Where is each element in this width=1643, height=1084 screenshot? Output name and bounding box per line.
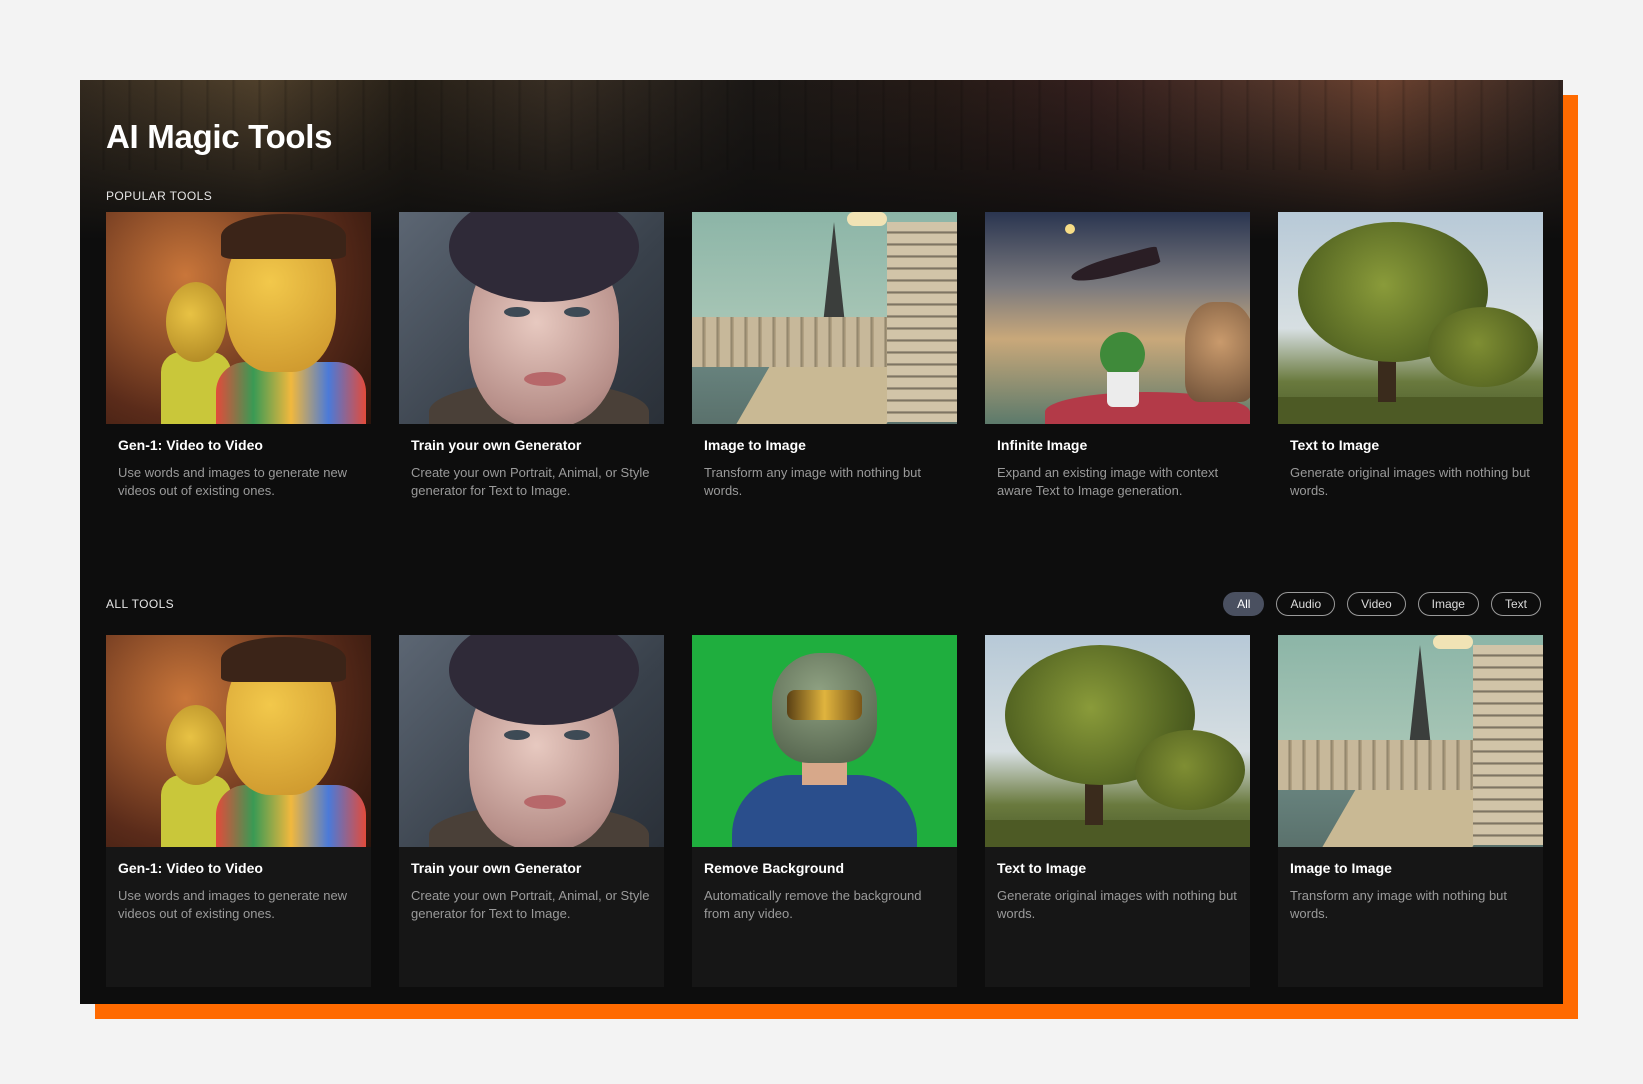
tool-thumbnail: [692, 635, 957, 847]
tool-description: Automatically remove the background from…: [704, 888, 922, 921]
tool-description: Create your own Portrait, Animal, or Sty…: [411, 465, 650, 498]
tool-name: Gen-1: Video to Video: [118, 860, 263, 876]
tool-card-remove-background[interactable]: Remove Background Automatically remove t…: [692, 635, 957, 987]
tool-thumbnail: [399, 635, 664, 847]
tools-panel: AI Magic Tools POPULAR TOOLS Gen-1: Vide…: [80, 80, 1563, 1004]
filter-chips: All Audio Video Image Text: [1223, 592, 1541, 616]
tool-card-image-to-image[interactable]: Image to Image Transform any image with …: [692, 212, 957, 564]
tool-name: Image to Image: [704, 437, 806, 453]
popular-tools-label: POPULAR TOOLS: [106, 189, 213, 203]
tool-card-train-generator[interactable]: Train your own Generator Create your own…: [399, 635, 664, 987]
tool-thumbnail: [1278, 635, 1543, 847]
tool-thumbnail: [106, 635, 371, 847]
tool-name: Text to Image: [1290, 437, 1380, 453]
tool-name: Infinite Image: [997, 437, 1088, 453]
tool-description: Generate original images with nothing bu…: [1290, 465, 1530, 498]
tool-description: Transform any image with nothing but wor…: [1290, 888, 1508, 921]
filter-all[interactable]: All: [1223, 592, 1265, 616]
all-tools-label: ALL TOOLS: [106, 597, 175, 611]
tool-name: Train your own Generator: [411, 437, 582, 453]
tool-thumbnail: [1278, 212, 1543, 424]
filter-text[interactable]: Text: [1490, 592, 1541, 616]
page-title: AI Magic Tools: [106, 118, 333, 155]
popular-tools-grid: Gen-1: Video to Video Use words and imag…: [106, 212, 1543, 564]
all-tools-grid: Gen-1: Video to Video Use words and imag…: [106, 635, 1543, 987]
tool-card-gen1[interactable]: Gen-1: Video to Video Use words and imag…: [106, 212, 371, 564]
tool-description: Use words and images to generate new vid…: [118, 465, 348, 498]
tool-description: Generate original images with nothing bu…: [997, 888, 1237, 921]
filter-image[interactable]: Image: [1417, 592, 1479, 616]
tool-thumbnail: [692, 212, 957, 424]
tool-name: Gen-1: Video to Video: [118, 437, 263, 453]
tool-thumbnail: [399, 212, 664, 424]
filter-video[interactable]: Video: [1347, 592, 1406, 616]
tool-card-infinite-image[interactable]: Infinite Image Expand an existing image …: [985, 212, 1250, 564]
tool-card-text-to-image[interactable]: Text to Image Generate original images w…: [1278, 212, 1543, 564]
tool-name: Train your own Generator: [411, 860, 582, 876]
tool-description: Expand an existing image with context aw…: [997, 465, 1219, 498]
tool-name: Remove Background: [704, 860, 845, 876]
tool-thumbnail: [985, 635, 1250, 847]
tool-description: Use words and images to generate new vid…: [118, 888, 348, 921]
tool-name: Text to Image: [997, 860, 1087, 876]
tool-description: Transform any image with nothing but wor…: [704, 465, 922, 498]
tool-name: Image to Image: [1290, 860, 1392, 876]
tool-card-gen1[interactable]: Gen-1: Video to Video Use words and imag…: [106, 635, 371, 987]
tool-thumbnail: [106, 212, 371, 424]
tool-card-text-to-image[interactable]: Text to Image Generate original images w…: [985, 635, 1250, 987]
tool-thumbnail: [985, 212, 1250, 424]
filter-audio[interactable]: Audio: [1276, 592, 1336, 616]
tool-description: Create your own Portrait, Animal, or Sty…: [411, 888, 650, 921]
tool-card-image-to-image[interactable]: Image to Image Transform any image with …: [1278, 635, 1543, 987]
tool-card-train-generator[interactable]: Train your own Generator Create your own…: [399, 212, 664, 564]
